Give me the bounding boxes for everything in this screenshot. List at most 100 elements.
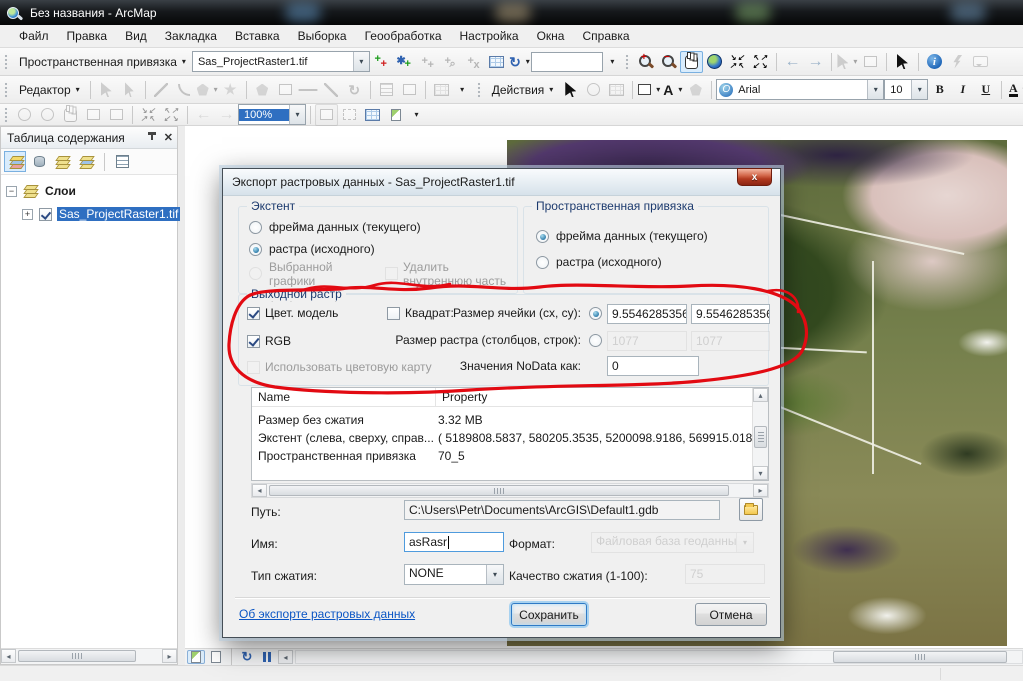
menu-geoprocessing[interactable]: Геообработка [356, 26, 451, 46]
georef-cell-size-input[interactable] [531, 52, 603, 72]
rgb-label[interactable]: RGB [265, 334, 291, 348]
extent-raster-label[interactable]: растра (исходного) [269, 242, 375, 256]
close-icon[interactable]: ✕ [164, 131, 173, 144]
path-field[interactable]: C:\Users\Petr\Documents\ArcGIS\Default1.… [404, 500, 720, 520]
drawing-menu-button[interactable]: Действия▾ [486, 79, 560, 101]
editor-menu-button[interactable]: Редактор▾ [13, 79, 86, 101]
layer-visibility-checkbox[interactable] [39, 208, 52, 221]
collapse-box-icon[interactable]: − [6, 186, 17, 197]
font-family-combobox[interactable]: OArial▾ [716, 79, 884, 100]
georeferencing-menu-button[interactable]: Пространственная привязка▾ [13, 51, 192, 73]
italic-button[interactable]: I [951, 79, 974, 101]
compression-type-dropdown[interactable]: NONE▾ [404, 564, 504, 585]
zoom-in-tool[interactable]: + [634, 51, 657, 73]
dialog-close-button[interactable]: x [737, 168, 772, 186]
data-view-button[interactable] [187, 650, 205, 664]
table-vertical-scrollbar[interactable]: ▴ ▾ [752, 388, 768, 480]
scroll-right-button[interactable]: ▸ [162, 649, 177, 663]
table-row[interactable]: Экстент (слева, сверху, справ...( 518980… [252, 430, 752, 447]
column-header-name[interactable]: Name [252, 388, 436, 406]
rotate-raster-button[interactable]: ↻▾ [508, 51, 531, 73]
go-forward-extent-button[interactable]: → [804, 51, 827, 73]
toc-header[interactable]: Таблица содержания ✕ [1, 127, 177, 149]
menu-insert[interactable]: Вставка [226, 26, 289, 46]
column-header-property[interactable]: Property [436, 388, 493, 406]
georef-layer-combobox[interactable]: Sas_ProjectRaster1.tif▾ [192, 51, 370, 72]
scroll-up-button[interactable]: ▴ [753, 388, 768, 402]
extent-raster-radio[interactable] [249, 243, 262, 256]
go-back-extent-button[interactable]: ← [781, 51, 804, 73]
change-layout-button[interactable] [361, 104, 384, 126]
toolbar-overflow-button[interactable]: ▾ [453, 79, 467, 101]
zoom-out-tool[interactable]: − [657, 51, 680, 73]
auto-register-button[interactable]: ✱+ [393, 51, 416, 73]
toc-layer-label[interactable]: Sas_ProjectRaster1.tif [57, 207, 180, 221]
toc-horizontal-scrollbar[interactable]: ◂ ▸ [1, 648, 177, 664]
toolbar-grip[interactable] [625, 54, 630, 70]
pin-icon[interactable] [146, 132, 158, 144]
toolbar-grip[interactable] [4, 82, 9, 98]
refresh-view-button[interactable]: ↻ [238, 650, 256, 664]
scrollbar-thumb[interactable] [18, 650, 136, 662]
menu-selection[interactable]: Выборка [289, 26, 356, 46]
menu-help[interactable]: Справка [573, 26, 638, 46]
link-table-button[interactable] [485, 51, 508, 73]
scroll-right-button[interactable]: ▸ [753, 484, 768, 497]
text-tool-button[interactable]: A▾ [661, 79, 684, 101]
browse-folder-button[interactable] [739, 498, 763, 521]
cell-size-radio[interactable] [589, 307, 602, 320]
scroll-left-button[interactable]: ◂ [278, 650, 293, 664]
map-horizontal-scrollbar[interactable] [295, 650, 1023, 664]
menu-bookmark[interactable]: Закладка [156, 26, 226, 46]
expand-box-icon[interactable]: + [22, 209, 33, 220]
color-model-label[interactable]: Цвет. модель [265, 306, 338, 320]
scroll-down-button[interactable]: ▾ [753, 466, 768, 480]
identify-tool[interactable]: i [923, 51, 946, 73]
cell-size-x-field[interactable]: 9.5546285356 [607, 304, 687, 324]
scroll-left-button[interactable]: ◂ [1, 649, 16, 663]
menu-customize[interactable]: Настройка [451, 26, 528, 46]
toc-root-label[interactable]: Слои [45, 184, 76, 198]
full-extent-button[interactable] [703, 51, 726, 73]
about-export-link[interactable]: Об экспорте растровых данных [239, 607, 415, 621]
name-input[interactable]: asRasr [404, 532, 504, 552]
layout-view-button[interactable] [207, 650, 225, 664]
menu-file[interactable]: Файл [10, 26, 58, 46]
list-by-source-button[interactable] [28, 151, 50, 172]
toolbar-overflow-button[interactable]: ▾ [603, 51, 617, 73]
window-titlebar[interactable]: Без названия - ArcMap [0, 0, 1023, 25]
toolbar-overflow-button[interactable]: ▾ [407, 104, 421, 126]
toolbar-grip[interactable] [4, 54, 9, 70]
save-button[interactable]: Сохранить [511, 603, 587, 626]
fixed-zoom-out-button[interactable]: ↖↗↙↘ [749, 51, 772, 73]
spatialref-dataframe-radio[interactable] [536, 230, 549, 243]
shape-tool-button[interactable]: ▾ [637, 79, 661, 101]
toolbar-grip[interactable] [4, 107, 9, 123]
cell-size-y-field[interactable]: 9.5546285356 [691, 304, 770, 324]
list-by-selection-button[interactable] [76, 151, 98, 172]
fixed-zoom-in-button[interactable]: ↘↙↗↖ [726, 51, 749, 73]
rgb-checkbox[interactable] [247, 335, 260, 348]
extent-dataframe-label[interactable]: фрейма данных (текущего) [269, 220, 421, 234]
layout-zoom-combobox[interactable]: 100%▾ [238, 104, 306, 125]
list-by-drawing-order-button[interactable] [4, 151, 26, 172]
select-elements-tool[interactable] [559, 79, 582, 101]
raster-size-radio[interactable] [589, 334, 602, 347]
scroll-left-button[interactable]: ◂ [252, 484, 267, 497]
table-horizontal-scrollbar[interactable]: ◂ ▸ [251, 483, 769, 498]
add-control-points-button[interactable]: ++ [370, 51, 393, 73]
cancel-button[interactable]: Отмена [695, 603, 767, 626]
scrollbar-thumb[interactable] [269, 485, 729, 496]
scrollbar-thumb[interactable] [754, 426, 767, 448]
font-color-button[interactable]: A▾ [1006, 79, 1023, 101]
extent-dataframe-radio[interactable] [249, 221, 262, 234]
color-model-checkbox[interactable] [247, 307, 260, 320]
toc-options-button[interactable] [111, 151, 133, 172]
pan-tool[interactable] [680, 51, 703, 73]
underline-button[interactable]: U [974, 79, 997, 101]
nodata-field[interactable]: 0 [607, 356, 699, 376]
toolbar-grip[interactable] [477, 82, 482, 98]
menu-windows[interactable]: Окна [528, 26, 574, 46]
font-size-combobox[interactable]: 10▾ [884, 79, 928, 100]
data-driven-pages-button[interactable] [384, 104, 407, 126]
